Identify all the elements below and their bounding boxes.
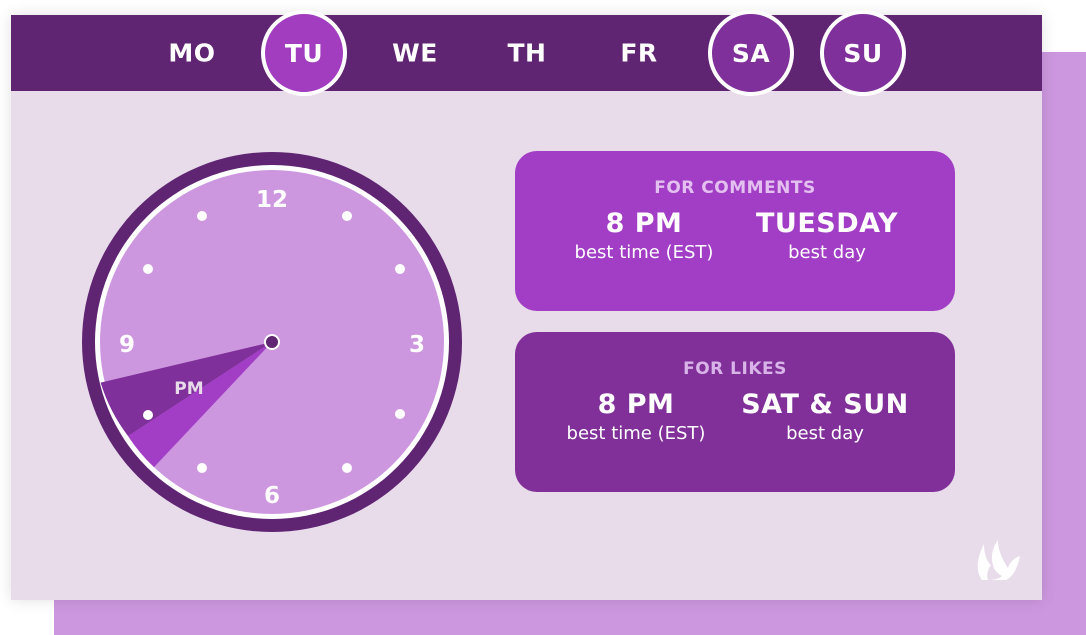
comments-card: FOR COMMENTS 8 PM best time (EST) TUESDA… [515,151,955,311]
comments-time-value: 8 PM [605,208,683,239]
clock-pm-label: PM [174,379,203,399]
day-saturday-highlighted: SA [708,10,794,96]
clock-hour-dot-1 [342,211,352,221]
clock-number-12: 12 [256,187,288,213]
clock-hour-dot-7 [197,463,207,473]
likes-time-value: 8 PM [597,389,675,420]
day-tuesday-highlighted: TU [261,10,347,96]
clock-center-pin [264,334,280,350]
weekday-bar: MO TU WE TH FR SA SU [11,10,1042,96]
clock-number-3: 3 [409,332,425,358]
day-wednesday: WE [392,38,438,68]
clock: 12 3 6 9 PM [82,152,462,532]
flame-logo-icon [977,540,1020,580]
comments-day-block: TUESDAY best day [727,207,927,265]
likes-day-value: SAT & SUN [741,389,909,420]
likes-day-block: SAT & SUN best day [725,388,925,446]
clock-hour-dot-2 [395,264,405,274]
likes-time-block: 8 PM best time (EST) [536,388,736,446]
likes-day-caption: best day [786,423,864,444]
likes-card: FOR LIKES 8 PM best time (EST) SAT & SUN… [515,332,955,492]
clock-hour-dot-10 [143,264,153,274]
comments-time-block: 8 PM best time (EST) [544,207,744,265]
likes-time-caption: best time (EST) [566,423,706,444]
day-monday: MO [168,38,216,68]
comments-day-value: TUESDAY [755,208,898,239]
day-sunday-highlighted: SU [820,10,906,96]
clock-hour-dot-11 [197,211,207,221]
clock-hour-dot-4 [395,409,405,419]
likes-heading: FOR LIKES [683,359,787,379]
day-thursday: TH [507,38,547,68]
clock-hour-dot-8 [143,410,153,420]
clock-number-9: 9 [119,332,135,358]
comments-heading: FOR COMMENTS [654,178,816,198]
day-friday: FR [620,38,658,68]
comments-day-caption: best day [788,242,866,263]
clock-number-6: 6 [264,483,280,509]
clock-hour-dot-5 [342,463,352,473]
comments-time-caption: best time (EST) [574,242,714,263]
